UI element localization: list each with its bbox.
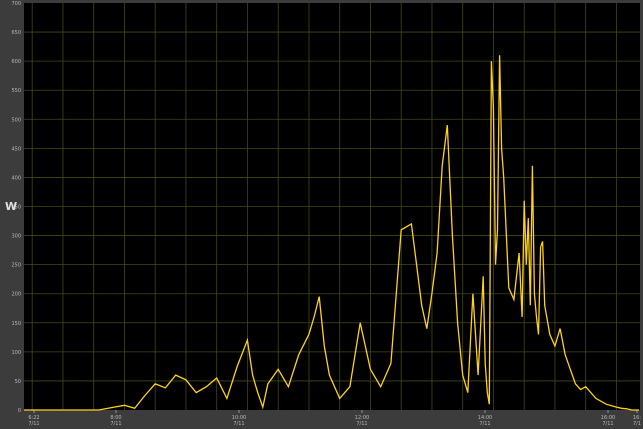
power-chart: 0501001502002503003504004505005506006507… xyxy=(0,0,643,429)
y-tick-label: 200 xyxy=(11,292,21,298)
y-axis-label: W xyxy=(5,200,17,213)
y-tick-label: 500 xyxy=(11,117,21,123)
x-tick-date: 7/11 xyxy=(28,421,39,427)
y-tick-label: 0 xyxy=(18,408,21,414)
x-tick-date: 7/11 xyxy=(233,421,244,427)
x-tick-date: 7/11 xyxy=(110,421,121,427)
x-tick-date: 7/11 xyxy=(602,421,613,427)
x-tick-date: 7/11 xyxy=(479,421,490,427)
y-tick-label: 250 xyxy=(11,263,21,269)
x-tick-date: 7/1 xyxy=(633,421,641,427)
y-tick-label: 550 xyxy=(11,88,21,94)
y-tick-label: 100 xyxy=(11,350,21,356)
y-tick-label: 300 xyxy=(11,234,21,240)
x-tick-date: 7/11 xyxy=(356,421,367,427)
y-tick-label: 600 xyxy=(11,59,21,65)
y-tick-label: 150 xyxy=(11,321,21,327)
y-tick-label: 450 xyxy=(11,146,21,152)
y-tick-label: 400 xyxy=(11,175,21,181)
y-tick-label: 650 xyxy=(11,30,21,36)
y-tick-label: 700 xyxy=(11,1,21,7)
y-tick-label: 50 xyxy=(15,379,21,385)
